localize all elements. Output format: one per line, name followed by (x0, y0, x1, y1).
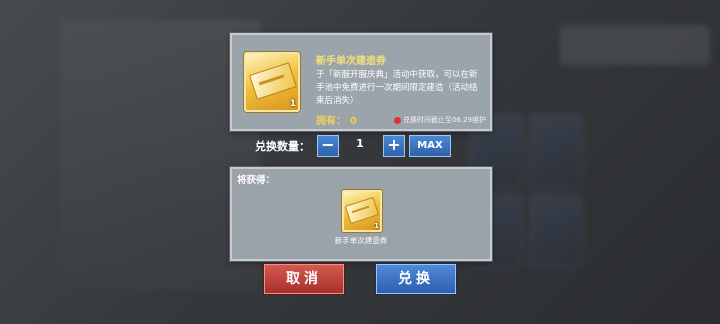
ticket-graphic (249, 62, 297, 100)
exchange-button[interactable]: 兑换 (376, 264, 456, 294)
increase-button[interactable]: + (383, 135, 405, 157)
decrease-button[interactable]: − (317, 135, 339, 157)
max-button[interactable]: MAX (409, 135, 451, 157)
item-description: 于「新服开服庆典」活动中获取，可以在新手池中免费进行一次期间限定建造（活动结束后… (316, 70, 478, 106)
expiry-notice: 兑换时间截止至06.29维护 (393, 115, 486, 125)
reward-item-name: 新手单次建造券 (334, 236, 388, 245)
quantity-label: 兑换数量： (255, 140, 310, 153)
cancel-button[interactable]: 取消 (264, 264, 344, 294)
build-ticket-icon: 1 (244, 52, 300, 112)
ticket-graphic (344, 196, 380, 225)
reward-icon-count: 1 (374, 222, 379, 230)
owned-value: 0 (350, 116, 357, 127)
clock-icon (393, 116, 401, 124)
item-icon-count: 1 (289, 99, 296, 109)
owned-label: 拥有： (316, 116, 346, 127)
item-info-panel: 1 新手单次建造券 于「新服开服庆典」活动中获取，可以在新手池中免费进行一次期间… (230, 33, 492, 131)
reward-ticket-icon: 1 (342, 190, 382, 232)
reward-preview-panel: 将获得： 1 新手单次建造券 (230, 167, 492, 261)
reward-label: 将获得： (237, 175, 276, 186)
owned-count: 拥有： 0 (316, 112, 357, 127)
expiry-text: 兑换时间截止至06.29维护 (402, 116, 486, 124)
item-title: 新手单次建造券 (316, 56, 386, 67)
quantity-value: 1 (356, 137, 364, 150)
